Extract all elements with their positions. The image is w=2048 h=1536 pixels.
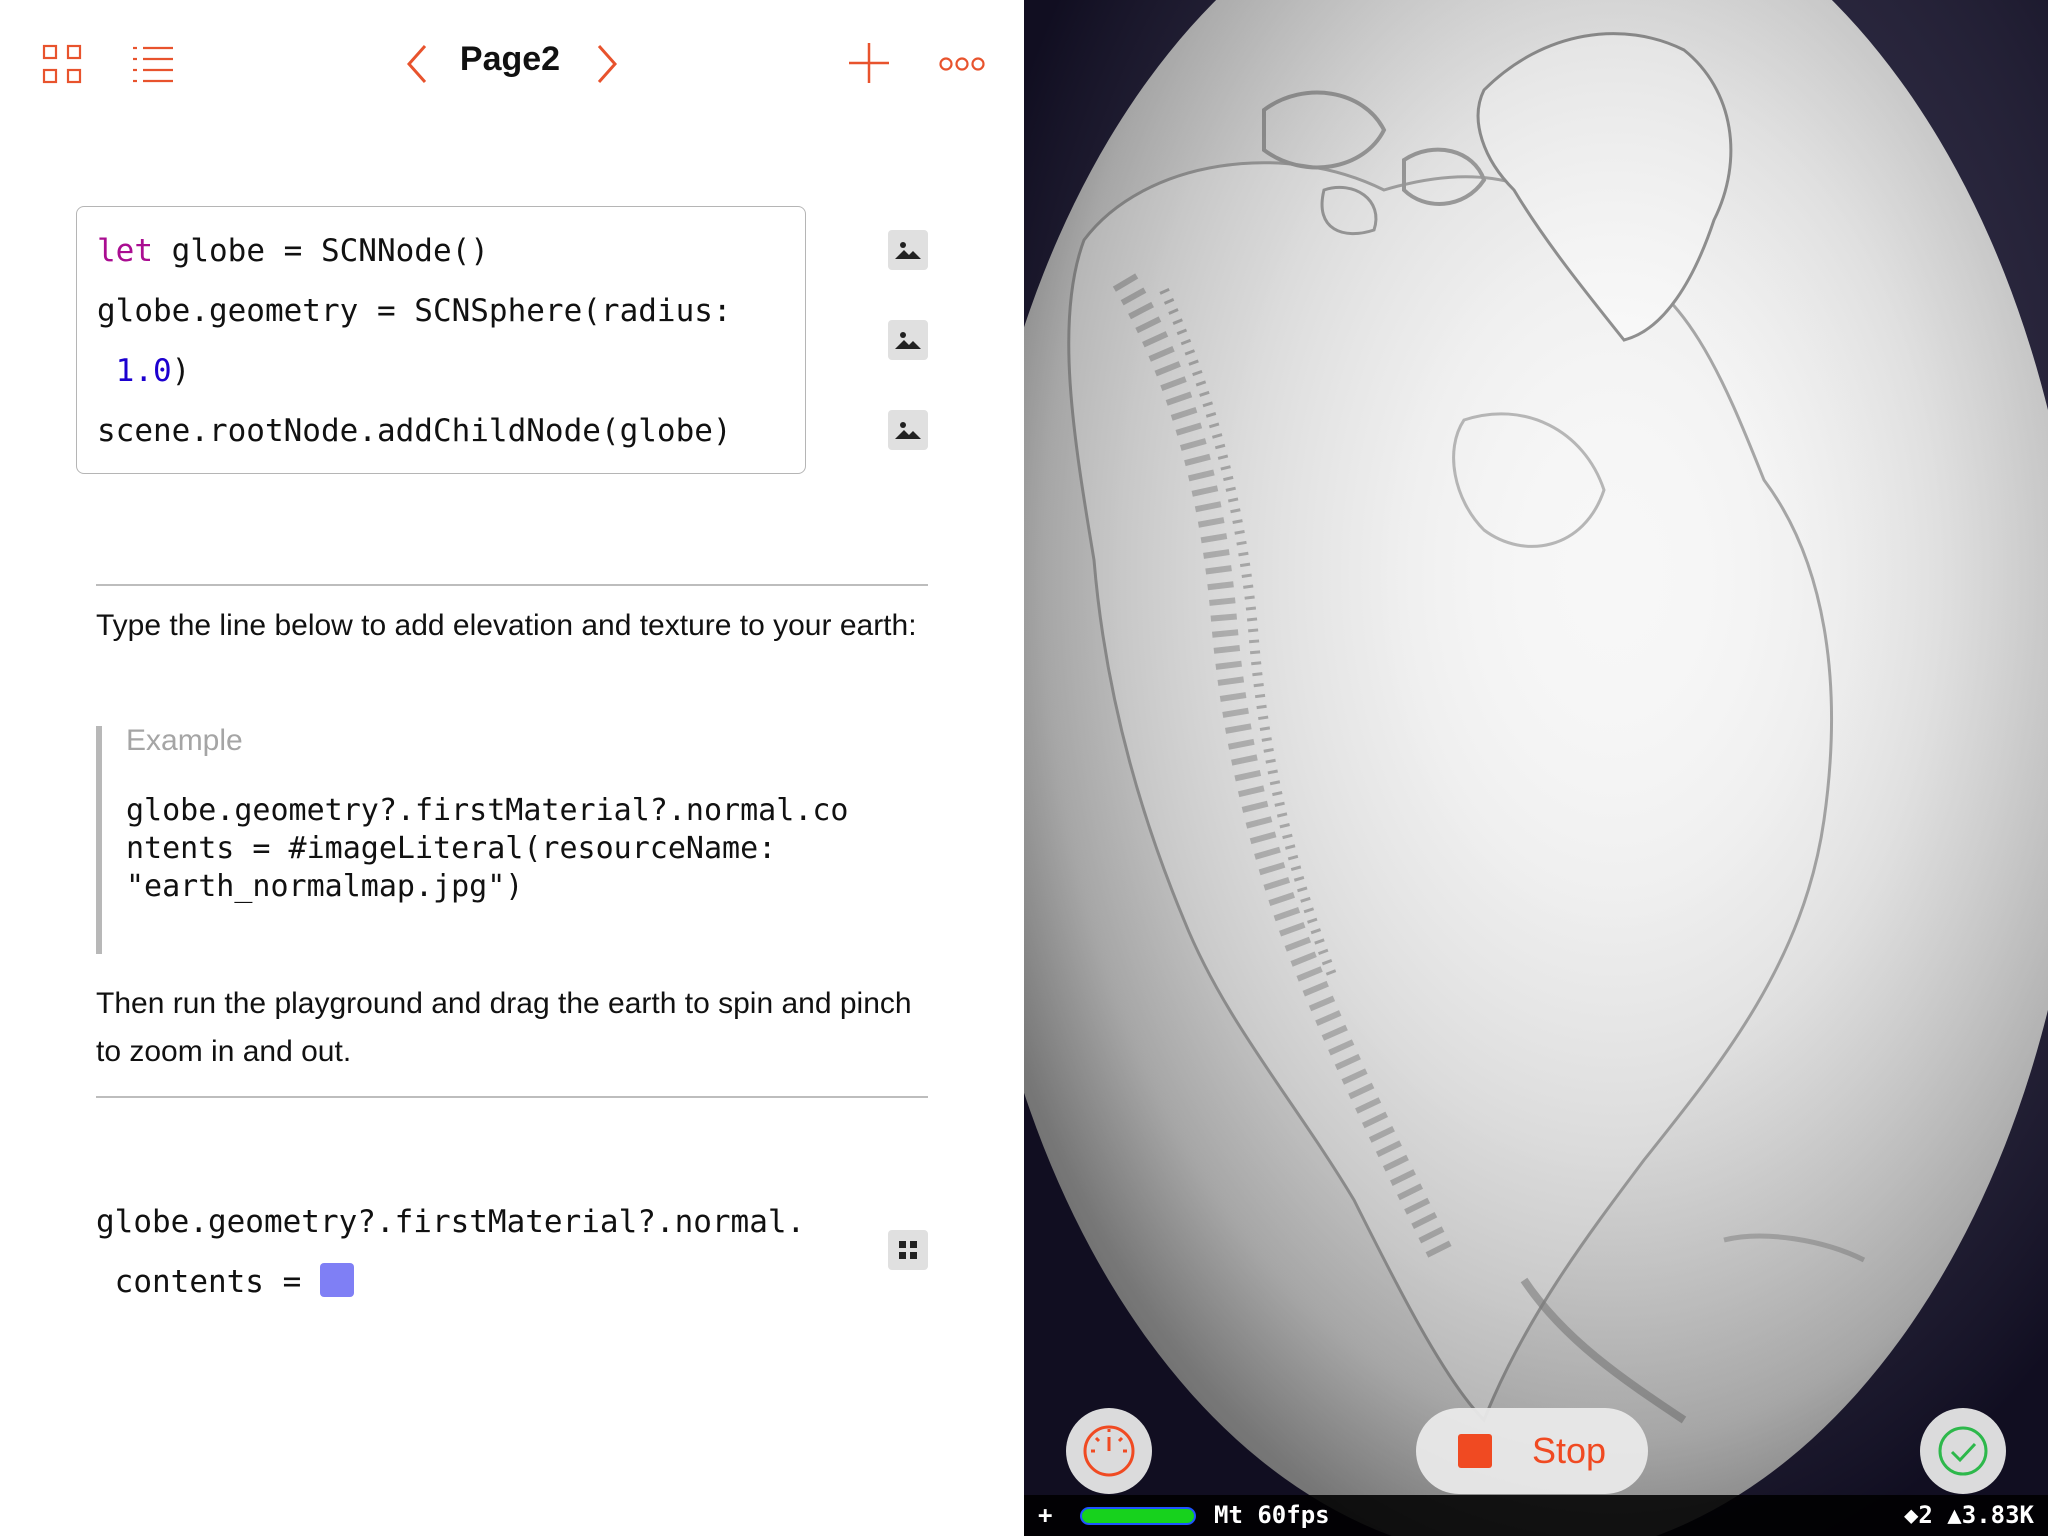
live-view[interactable]: Stop + Mt 60fps ◆2 ▲3.83K: [1024, 0, 2048, 1536]
code-line-3[interactable]: 1.0): [97, 353, 191, 389]
image-icon[interactable]: [888, 410, 928, 450]
stop-icon: [1457, 1434, 1492, 1468]
code-line-4[interactable]: scene.rootNode.addChildNode(globe): [97, 413, 732, 449]
stats-expand[interactable]: +: [1038, 1501, 1052, 1529]
stop-label: Stop: [1531, 1430, 1607, 1471]
code-line-1[interactable]: let globe = SCNNode(): [97, 233, 489, 269]
code-text: contents =: [96, 1264, 320, 1300]
fps-readout: Mt 60fps: [1214, 1501, 1330, 1529]
earth-globe[interactable]: [1024, 0, 2048, 1536]
image-icon[interactable]: [888, 320, 928, 360]
scene-stats-bar: + Mt 60fps ◆2 ▲3.83K: [1024, 1495, 2048, 1536]
code-block[interactable]: let globe = SCNNode() globe.geometry = S…: [76, 206, 806, 474]
number-literal: 1.0: [115, 353, 172, 389]
editor-pane: Page2 let globe = SCNNode() globe.geomet…: [0, 0, 1024, 1536]
page-title: Page2: [459, 40, 561, 78]
chevron-right-icon[interactable]: [590, 40, 624, 88]
divider: [96, 584, 928, 586]
example-label: Example: [126, 724, 243, 757]
chevron-left-icon[interactable]: [400, 40, 434, 88]
fps-meter: [1080, 1507, 1196, 1525]
example-code: globe.geometry?.firstMaterial?.normal.co…: [126, 793, 849, 904]
instruction-text: Type the line below to add elevation and…: [96, 609, 917, 642]
performance-gauge-button[interactable]: [1066, 1408, 1152, 1494]
stop-button[interactable]: Stop: [1416, 1408, 1648, 1494]
code-text: ): [171, 353, 191, 389]
example-quote-bar: [96, 726, 102, 954]
list-icon[interactable]: [130, 42, 176, 86]
plus-icon[interactable]: [846, 40, 892, 86]
grid-icon[interactable]: [40, 42, 84, 86]
edit-line-2[interactable]: contents =: [96, 1262, 354, 1300]
literal-picker-icon[interactable]: [888, 1230, 928, 1270]
divider: [96, 1096, 928, 1098]
code-line-2[interactable]: globe.geometry = SCNSphere(radius:: [97, 293, 732, 329]
color-literal-swatch[interactable]: [319, 1262, 354, 1297]
image-icon[interactable]: [888, 230, 928, 270]
keyword-let: let: [97, 233, 153, 269]
status-check-button[interactable]: [1920, 1408, 2006, 1494]
more-icon[interactable]: [938, 50, 986, 78]
edit-line-1[interactable]: globe.geometry?.firstMaterial?.normal.: [96, 1204, 805, 1240]
code-text: globe = SCNNode(): [153, 233, 489, 269]
node-triangle-count: ◆2 ▲3.83K: [1903, 1501, 2034, 1529]
instruction-text-2: Then run the playground and drag the ear…: [96, 987, 912, 1068]
